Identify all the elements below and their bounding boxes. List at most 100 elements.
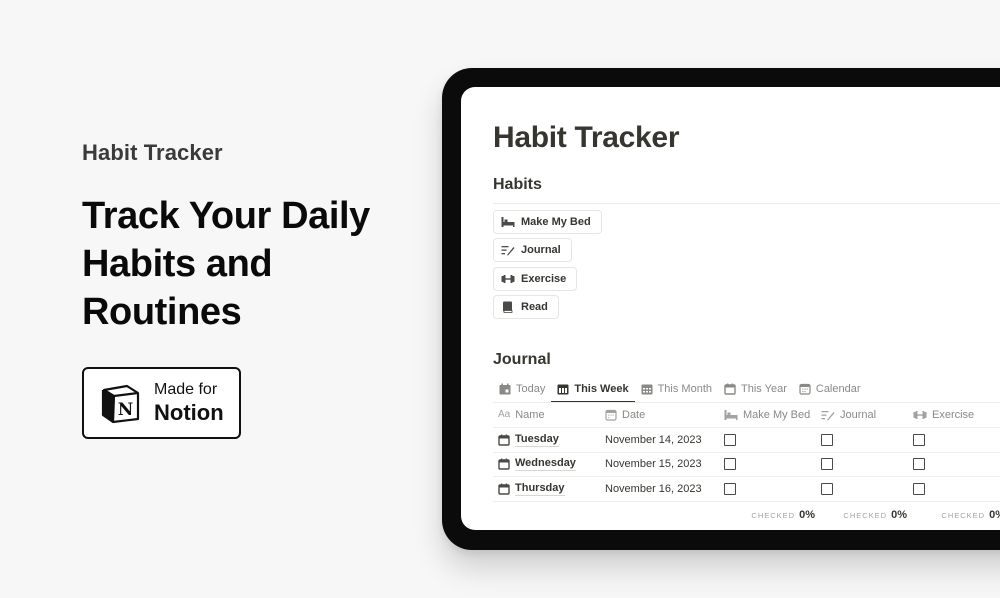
- date-cell[interactable]: November 14, 2023: [600, 434, 719, 446]
- calendar-view-icon: [799, 383, 811, 395]
- habit-button-label: Read: [521, 301, 548, 313]
- habits-divider: [493, 203, 1000, 204]
- entry-name-link[interactable]: Wednesday: [515, 457, 576, 472]
- dumbbell-icon: [913, 409, 927, 421]
- calc-value: 0%: [891, 508, 907, 521]
- column-header-label: Make My Bed: [743, 409, 811, 421]
- exercise-checkbox[interactable]: [913, 458, 925, 471]
- column-header-label: Journal: [840, 409, 877, 421]
- journal-checkbox[interactable]: [821, 458, 833, 471]
- name-cell[interactable]: Tuesday: [493, 433, 600, 447]
- exercise-cell: [908, 482, 1000, 495]
- entry-name-link[interactable]: Thursday: [515, 482, 565, 496]
- book-icon: [501, 301, 515, 313]
- tab-this-month[interactable]: This Month: [635, 377, 718, 401]
- tab-this-year[interactable]: This Year: [718, 377, 793, 401]
- calendar-icon: [724, 383, 736, 395]
- habit-button-journal[interactable]: Journal: [493, 238, 572, 262]
- entry-date: November 14, 2023: [605, 433, 702, 446]
- make-my-bed-cell: [719, 482, 816, 495]
- journal-table: Aa Name Date Make My Bed Journal Exercis…: [493, 403, 1000, 528]
- column-header-label: Exercise: [932, 409, 975, 421]
- calc-label: CHECKED: [843, 510, 888, 520]
- table-calculation-row: CHECKED 0% CHECKED 0% CHECKED 0%: [493, 502, 1000, 528]
- make-my-bed-cell: [719, 433, 816, 446]
- column-header-make-my-bed[interactable]: Make My Bed: [719, 409, 816, 421]
- entry-date: November 15, 2023: [605, 458, 702, 471]
- tab-this-week[interactable]: This Week: [551, 377, 635, 403]
- svg-text:N: N: [118, 400, 134, 420]
- journal-cell: [816, 433, 908, 446]
- table-row: Thursday November 16, 2023: [493, 477, 1000, 502]
- calc-make-my-bed[interactable]: CHECKED 0%: [493, 509, 823, 521]
- habit-button-label: Journal: [521, 244, 561, 256]
- tab-label: Today: [516, 383, 546, 395]
- calc-label: CHECKED: [941, 510, 986, 520]
- badge-text: Made for Notion: [154, 382, 224, 424]
- calc-exercise[interactable]: CHECKED 0%: [915, 509, 1000, 521]
- bed-icon: [724, 409, 738, 421]
- calc-journal[interactable]: CHECKED 0%: [823, 509, 915, 521]
- table-row: Wednesday November 15, 2023: [493, 453, 1000, 477]
- calendar-day-icon: [499, 383, 511, 395]
- habit-button-read[interactable]: Read: [493, 295, 559, 319]
- tab-today[interactable]: Today: [493, 377, 551, 401]
- made-for-notion-badge: N Made for Notion: [82, 367, 241, 439]
- promo-panel: Habit Tracker Track Your Daily Habits an…: [82, 140, 412, 336]
- bed-icon: [501, 216, 515, 228]
- entry-name-link[interactable]: Tuesday: [515, 433, 559, 447]
- pen-list-icon: [501, 244, 515, 256]
- promo-subtitle: Habit Tracker: [82, 140, 223, 165]
- column-header-exercise[interactable]: Exercise: [908, 409, 1000, 421]
- tab-calendar[interactable]: Calendar: [793, 377, 867, 401]
- journal-cell: [816, 458, 908, 471]
- make-my-bed-checkbox[interactable]: [724, 433, 736, 446]
- text-aa-icon: Aa: [498, 409, 511, 420]
- column-header-journal[interactable]: Journal: [816, 409, 908, 421]
- journal-cell: [816, 482, 908, 495]
- tab-label: This Year: [741, 383, 787, 395]
- calc-label: CHECKED: [751, 510, 796, 520]
- calendar-icon: [498, 483, 510, 495]
- column-header-label: Name: [515, 409, 545, 421]
- calc-value: 0%: [989, 508, 1000, 521]
- tab-label: Calendar: [815, 383, 861, 395]
- calendar-view-icon: [605, 409, 617, 421]
- habit-button-label: Make My Bed: [521, 216, 591, 228]
- exercise-cell: [908, 433, 1000, 446]
- date-cell[interactable]: November 16, 2023: [600, 483, 719, 495]
- pen-list-icon: [821, 409, 835, 421]
- calc-value: 0%: [799, 508, 815, 521]
- tab-label: This Week: [574, 383, 629, 395]
- table-row: Tuesday November 14, 2023: [493, 428, 1000, 453]
- column-header-name[interactable]: Aa Name: [493, 409, 600, 421]
- tab-label: This Month: [657, 383, 712, 395]
- page-title: Habit Tracker: [493, 121, 680, 154]
- make-my-bed-checkbox[interactable]: [724, 482, 736, 495]
- table-header-row: Aa Name Date Make My Bed Journal Exercis…: [493, 403, 1000, 428]
- tablet-screen: Habit Tracker Habits Make My Bed Journal: [461, 87, 1000, 530]
- calendar-grid-icon: [641, 383, 653, 395]
- exercise-checkbox[interactable]: [913, 482, 925, 495]
- date-cell[interactable]: November 15, 2023: [600, 458, 719, 470]
- journal-view-tabs: Today This Week This Month This Year Cal…: [493, 377, 867, 403]
- calendar-week-icon: [557, 383, 569, 395]
- make-my-bed-cell: [719, 458, 816, 471]
- calendar-icon: [498, 434, 510, 446]
- journal-checkbox[interactable]: [821, 433, 833, 446]
- notion-logo-icon: N: [98, 381, 142, 425]
- column-header-label: Date: [622, 409, 646, 421]
- habit-button-exercise[interactable]: Exercise: [493, 267, 578, 291]
- column-header-date[interactable]: Date: [600, 409, 719, 421]
- name-cell[interactable]: Thursday: [493, 482, 600, 496]
- journal-checkbox[interactable]: [821, 482, 833, 495]
- journal-heading: Journal: [493, 351, 551, 368]
- badge-line1: Made for: [154, 381, 218, 398]
- name-cell[interactable]: Wednesday: [493, 457, 600, 472]
- exercise-checkbox[interactable]: [913, 433, 925, 446]
- habit-button-label: Exercise: [521, 273, 567, 285]
- calendar-icon: [498, 458, 510, 470]
- habit-button-make-my-bed[interactable]: Make My Bed: [493, 210, 602, 234]
- make-my-bed-checkbox[interactable]: [724, 458, 736, 471]
- habits-heading: Habits: [493, 176, 542, 193]
